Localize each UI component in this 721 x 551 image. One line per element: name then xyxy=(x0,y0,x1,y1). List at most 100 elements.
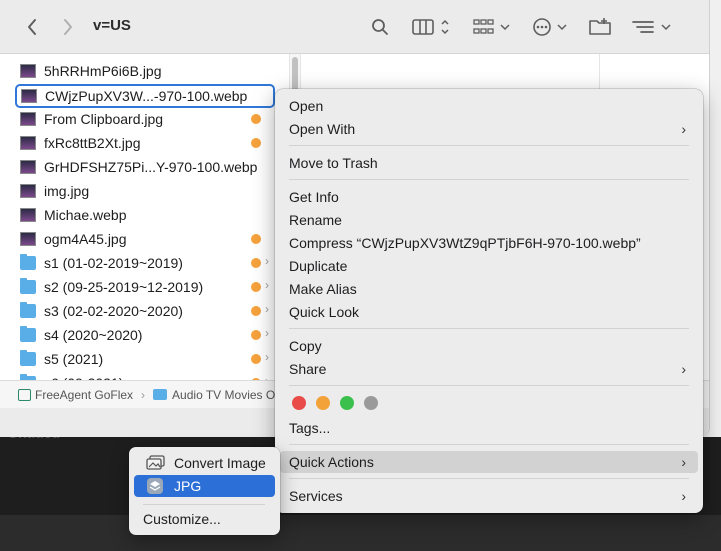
menu-item-label: Open With xyxy=(289,121,356,137)
folder-icon xyxy=(20,254,36,270)
folder-row[interactable]: s6 (09-2021)› xyxy=(16,372,276,380)
folder-row[interactable]: s5 (2021) › xyxy=(16,348,276,370)
tag-red[interactable] xyxy=(292,396,306,410)
menu-item-compress[interactable]: Compress “CWjzPupXV3WtZ9qPTjbF6H-970-100… xyxy=(280,232,698,254)
columns-view-icon xyxy=(412,19,449,35)
file-name: s5 (2021) xyxy=(44,351,104,367)
orange-tag-dot xyxy=(251,306,261,316)
menu-item-rename[interactable]: Rename xyxy=(280,209,698,231)
file-row[interactable]: fxRc8ttB2Xt.jpg xyxy=(16,132,276,154)
image-file-icon xyxy=(20,112,36,126)
tag-gray[interactable] xyxy=(364,396,378,410)
layers-icon xyxy=(147,478,163,494)
folder-row[interactable]: s2 (09-25-2019~12-2019) › xyxy=(16,276,276,298)
menu-item-label: Duplicate xyxy=(289,258,348,274)
new-folder-button[interactable] xyxy=(586,0,614,54)
file-name: CWjzPupXV3W...-970-100.webp xyxy=(45,88,248,104)
menu-item-label: Quick Look xyxy=(289,304,360,320)
search-button[interactable] xyxy=(368,0,392,54)
file-row[interactable]: 5hRRHmP6i6B.jpg xyxy=(16,60,276,82)
list-icon xyxy=(632,21,671,33)
toolbar: v=US xyxy=(0,0,709,54)
tag-orange[interactable] xyxy=(316,396,330,410)
menu-separator xyxy=(289,328,689,329)
folder-row[interactable]: s4 (2020~2020) › xyxy=(16,324,276,346)
view-mode-button[interactable] xyxy=(410,0,454,54)
folder-icon xyxy=(153,389,168,400)
chevron-right-icon: › xyxy=(681,121,686,137)
orange-tag-dot xyxy=(251,114,261,124)
folder-plus-icon xyxy=(589,18,611,35)
file-name: GrHDFSHZ75Pi...Y-970-100.webp xyxy=(44,159,258,175)
tag-green[interactable] xyxy=(340,396,354,410)
file-name: s4 (2020~2020) xyxy=(44,327,143,343)
menu-separator xyxy=(289,478,689,479)
folder-icon xyxy=(20,302,36,318)
menu-item-quick-actions[interactable]: Quick Actions › xyxy=(280,451,698,473)
menu-item-services[interactable]: Services › xyxy=(280,485,698,507)
chevron-right-icon: › xyxy=(265,302,269,316)
file-row[interactable]: GrHDFSHZ75Pi...Y-970-100.webp xyxy=(16,156,276,178)
path-folder[interactable]: Audio TV Movies OTR xyxy=(172,388,291,402)
quick-actions-submenu: Convert Image JPG Customize... xyxy=(129,447,280,535)
image-stack-icon xyxy=(146,455,165,470)
file-name: Michae.webp xyxy=(44,207,127,223)
menu-item-open-with[interactable]: Open With › xyxy=(280,118,698,140)
file-row[interactable]: From Clipboard.jpg xyxy=(16,108,276,130)
window-title: v=US xyxy=(93,17,131,34)
file-row[interactable]: CWjzPupXV3W...-970-100.webp xyxy=(15,84,275,108)
menu-item-label: Rename xyxy=(289,212,342,228)
menu-item-make-alias[interactable]: Make Alias xyxy=(280,278,698,300)
file-row[interactable]: Michae.webp xyxy=(16,204,276,226)
file-name: s1 (01-02-2019~2019) xyxy=(44,255,183,271)
orange-tag-dot xyxy=(251,138,261,148)
menu-separator xyxy=(289,145,689,146)
menu-item-label: Compress “CWjzPupXV3WtZ9qPTjbF6H-970-100… xyxy=(289,235,641,251)
image-file-icon xyxy=(20,160,36,174)
menu-item-share[interactable]: Share › xyxy=(280,358,698,380)
file-row[interactable]: img.jpg xyxy=(16,180,276,202)
menu-item-tags[interactable]: Tags... xyxy=(280,417,698,439)
menu-item-quick-look[interactable]: Quick Look xyxy=(280,301,698,323)
path-drive[interactable]: FreeAgent GoFlex xyxy=(35,388,133,402)
forward-button[interactable] xyxy=(56,0,80,54)
action-button[interactable] xyxy=(532,0,572,54)
folder-row[interactable]: s1 (01-02-2019~2019) › xyxy=(16,252,276,274)
file-row[interactable]: ogm4A45.jpg xyxy=(16,228,276,250)
image-file-icon xyxy=(20,136,36,150)
file-name: 5hRRHmP6i6B.jpg xyxy=(44,63,162,79)
submenu-item-label: Convert Image xyxy=(174,455,266,471)
background-dark-bar xyxy=(0,515,721,551)
submenu-item-customize[interactable]: Customize... xyxy=(134,508,275,530)
path-separator: › xyxy=(141,387,146,402)
menu-item-get-info[interactable]: Get Info xyxy=(280,186,698,208)
image-file-icon xyxy=(20,184,36,198)
menu-item-duplicate[interactable]: Duplicate xyxy=(280,255,698,277)
sort-button[interactable] xyxy=(630,0,674,54)
folder-row[interactable]: s3 (02-02-2020~2020) › xyxy=(16,300,276,322)
orange-tag-dot xyxy=(251,354,261,364)
group-button[interactable] xyxy=(472,0,512,54)
menu-separator xyxy=(289,385,689,386)
folder-icon xyxy=(20,326,36,342)
grid-icon xyxy=(473,19,510,34)
menu-item-move-to-trash[interactable]: Move to Trash xyxy=(280,152,698,174)
menu-item-open[interactable]: Open xyxy=(280,95,698,117)
back-button[interactable] xyxy=(20,0,44,54)
image-file-icon xyxy=(21,89,37,103)
chevron-right-icon: › xyxy=(265,350,269,364)
menu-item-copy[interactable]: Copy xyxy=(280,335,698,357)
submenu-item-jpg[interactable]: JPG xyxy=(134,475,275,497)
menu-item-label: Get Info xyxy=(289,189,339,205)
chevron-right-icon xyxy=(64,19,72,35)
file-name: img.jpg xyxy=(44,183,90,199)
file-name: From Clipboard.jpg xyxy=(44,111,164,127)
scrollbar-thumb[interactable] xyxy=(292,57,298,93)
menu-item-label: Open xyxy=(289,98,324,114)
chevron-right-icon: › xyxy=(265,278,269,292)
chevron-right-icon: › xyxy=(265,254,269,268)
submenu-item-label: JPG xyxy=(174,478,202,494)
folder-icon xyxy=(20,350,36,366)
submenu-item-label: Customize... xyxy=(143,511,221,527)
submenu-item-convert-image[interactable]: Convert Image xyxy=(134,452,275,474)
